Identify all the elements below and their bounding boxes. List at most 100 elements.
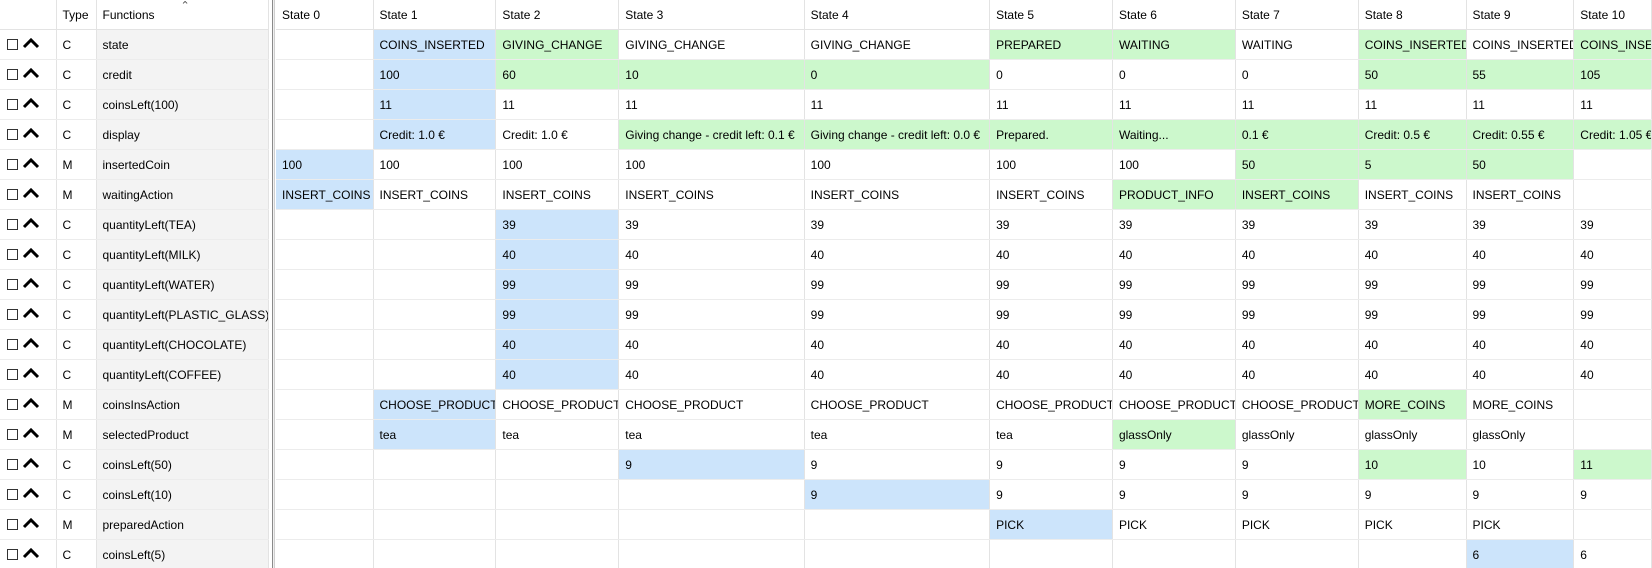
function-row[interactable]: MselectedProduct — [0, 419, 269, 450]
state-value-cell[interactable] — [618, 539, 805, 568]
state-value-cell[interactable]: 99 — [989, 299, 1113, 330]
state-value-cell[interactable]: tea — [989, 419, 1113, 450]
collapse-caret-icon[interactable] — [22, 517, 40, 532]
function-row[interactable]: CcoinsLeft(10) — [0, 479, 269, 510]
state-value-cell[interactable]: 9 — [804, 479, 991, 510]
state-value-cell[interactable]: 99 — [1112, 269, 1236, 300]
collapse-caret-icon[interactable] — [22, 337, 40, 352]
state-value-cell[interactable] — [276, 479, 374, 510]
state-value-cell[interactable]: 40 — [495, 359, 620, 390]
row-checkbox[interactable] — [7, 279, 18, 291]
state-column-header[interactable]: State 0 — [276, 0, 374, 30]
state-value-cell[interactable]: INSERT_COINS — [1466, 179, 1575, 210]
state-value-cell[interactable]: tea — [495, 419, 620, 450]
collapse-caret-icon[interactable] — [22, 187, 40, 202]
state-value-cell[interactable] — [373, 299, 497, 330]
state-value-cell[interactable] — [373, 359, 497, 390]
state-value-cell[interactable]: 39 — [1235, 209, 1359, 240]
state-value-cell[interactable]: 40 — [1573, 329, 1652, 360]
state-column-header[interactable]: State 5 — [989, 0, 1113, 30]
row-checkbox[interactable] — [7, 99, 18, 111]
row-checkbox[interactable] — [7, 129, 18, 141]
state-value-cell[interactable]: GIVING_CHANGE — [804, 29, 991, 60]
state-value-cell[interactable]: 40 — [1235, 329, 1359, 360]
state-value-cell[interactable]: tea — [804, 419, 991, 450]
state-value-cell[interactable]: 9 — [1466, 479, 1575, 510]
state-value-cell[interactable]: 99 — [1358, 269, 1467, 300]
state-column-header[interactable]: State 3 — [618, 0, 805, 30]
state-value-cell[interactable] — [276, 449, 374, 480]
state-value-cell[interactable]: glassOnly — [1112, 419, 1236, 450]
function-row[interactable]: CcoinsLeft(100) — [0, 89, 269, 120]
state-value-cell[interactable] — [276, 389, 374, 420]
select-column-header[interactable] — [0, 0, 57, 30]
state-value-cell[interactable]: 40 — [618, 329, 805, 360]
row-checkbox[interactable] — [7, 339, 18, 351]
state-value-cell[interactable]: 6 — [1573, 539, 1652, 568]
state-value-cell[interactable]: CHOOSE_PRODUCT — [618, 389, 805, 420]
row-checkbox[interactable] — [7, 159, 18, 171]
collapse-caret-icon[interactable] — [22, 247, 40, 262]
state-value-cell[interactable]: 40 — [989, 329, 1113, 360]
state-value-cell[interactable]: 40 — [618, 359, 805, 390]
state-value-cell[interactable]: 50 — [1235, 149, 1359, 180]
collapse-caret-icon[interactable] — [22, 37, 40, 52]
state-value-cell[interactable]: 9 — [1112, 449, 1236, 480]
state-value-cell[interactable]: 40 — [804, 359, 991, 390]
state-value-cell[interactable]: 40 — [495, 329, 620, 360]
state-value-cell[interactable] — [373, 269, 497, 300]
state-value-cell[interactable] — [989, 539, 1113, 568]
function-row[interactable]: MwaitingAction — [0, 179, 269, 210]
state-value-cell[interactable]: CHOOSE_PRODUCT — [495, 389, 620, 420]
function-row[interactable]: CcoinsLeft(5) — [0, 539, 269, 568]
row-checkbox[interactable] — [7, 189, 18, 201]
state-value-cell[interactable]: Credit: 0.55 € — [1466, 119, 1575, 150]
state-value-cell[interactable]: Credit: 1.05 € — [1573, 119, 1652, 150]
collapse-caret-icon[interactable] — [22, 127, 40, 142]
state-value-cell[interactable]: 9 — [989, 449, 1113, 480]
state-value-cell[interactable] — [276, 419, 374, 450]
state-value-cell[interactable]: PICK — [989, 509, 1113, 540]
state-value-cell[interactable]: 99 — [495, 269, 620, 300]
state-value-cell[interactable]: 40 — [989, 359, 1113, 390]
state-value-cell[interactable]: 9 — [989, 479, 1113, 510]
state-value-cell[interactable]: 99 — [1466, 269, 1575, 300]
state-value-cell[interactable]: 40 — [1358, 329, 1467, 360]
row-checkbox[interactable] — [7, 219, 18, 231]
collapse-caret-icon[interactable] — [22, 217, 40, 232]
state-value-cell[interactable]: 0 — [989, 59, 1113, 90]
state-value-cell[interactable]: 40 — [1358, 239, 1467, 270]
state-value-cell[interactable]: 99 — [618, 299, 805, 330]
state-value-cell[interactable]: 11 — [1573, 449, 1652, 480]
state-value-cell[interactable]: 100 — [495, 149, 620, 180]
state-value-cell[interactable]: 40 — [804, 329, 991, 360]
state-value-cell[interactable]: 40 — [1112, 359, 1236, 390]
collapse-caret-icon[interactable] — [22, 397, 40, 412]
function-row[interactable]: CcoinsLeft(50) — [0, 449, 269, 480]
state-value-cell[interactable]: CHOOSE_PRODUCT — [804, 389, 991, 420]
row-checkbox[interactable] — [7, 489, 18, 501]
state-value-cell[interactable]: COINS_INSERTED — [1573, 29, 1652, 60]
function-row[interactable]: Cstate — [0, 29, 269, 60]
function-row[interactable]: Ccredit — [0, 59, 269, 90]
state-value-cell[interactable]: 40 — [1573, 359, 1652, 390]
function-row[interactable]: CquantityLeft(TEA) — [0, 209, 269, 240]
collapse-caret-icon[interactable] — [22, 487, 40, 502]
state-value-cell[interactable]: 11 — [618, 89, 805, 120]
state-value-cell[interactable] — [373, 479, 497, 510]
row-checkbox[interactable] — [7, 459, 18, 471]
state-value-cell[interactable]: CHOOSE_PRODUCT — [1235, 389, 1359, 420]
pane-splitter[interactable] — [272, 0, 275, 568]
row-checkbox[interactable] — [7, 369, 18, 381]
row-checkbox[interactable] — [7, 39, 18, 51]
state-value-cell[interactable]: CHOOSE_PRODUCT — [989, 389, 1113, 420]
state-value-cell[interactable] — [1573, 509, 1652, 540]
state-value-cell[interactable] — [804, 539, 991, 568]
state-value-cell[interactable]: 11 — [804, 89, 991, 120]
state-value-cell[interactable]: COINS_INSERTED — [1358, 29, 1467, 60]
state-value-cell[interactable] — [373, 509, 497, 540]
state-value-cell[interactable]: glassOnly — [1466, 419, 1575, 450]
state-value-cell[interactable]: 6 — [1466, 539, 1575, 568]
state-value-cell[interactable] — [276, 209, 374, 240]
state-column-header[interactable]: State 6 — [1112, 0, 1236, 30]
